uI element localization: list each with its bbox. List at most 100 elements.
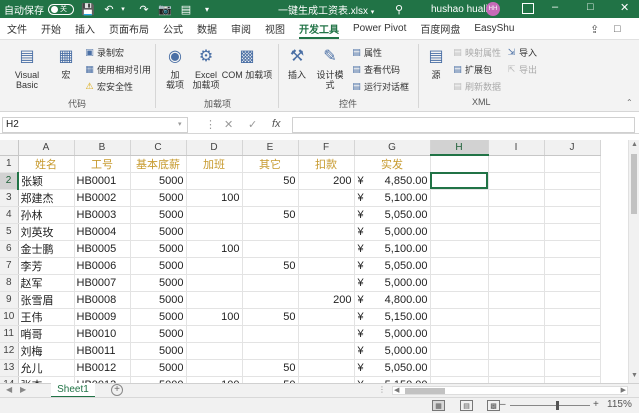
row-header[interactable]: 2 [0,172,19,190]
empty-cell[interactable] [430,342,489,360]
user-name[interactable]: hushao huali [431,4,488,15]
header-cell[interactable]: 扣款 [298,155,355,173]
name-cell[interactable]: 允儿 [18,359,75,377]
avatar[interactable]: HH [486,2,500,16]
tab-view[interactable]: 视图 [258,18,292,40]
overtime-cell[interactable] [186,223,243,241]
other-cell[interactable]: 50 [242,206,299,224]
addins-button[interactable]: ◉ 加 载项 [161,46,189,91]
insert-control-button[interactable]: ⚒ 插入 [284,46,310,81]
excel-addins-button[interactable]: ⚙ Excel 加载项 [189,46,223,91]
empty-cell[interactable] [488,291,545,309]
zoom-in-icon[interactable]: + [593,399,599,410]
column-header-c[interactable]: C [130,140,187,156]
name-cell[interactable]: 孙林 [18,206,75,224]
other-cell[interactable] [242,223,299,241]
name-cell[interactable]: 哨哥 [18,325,75,343]
name-cell[interactable]: 王伟 [18,308,75,326]
add-sheet-button[interactable]: + [111,384,123,396]
autosave-toggle[interactable]: 关 [48,3,74,15]
header-cell[interactable]: 其它 [242,155,299,173]
zoom-slider[interactable] [510,405,590,406]
formula-input[interactable] [292,117,635,133]
tab-file[interactable]: 文件 [0,18,34,40]
vertical-scrollbar[interactable]: ▲ ▼ [628,140,639,383]
net-pay-cell[interactable]: ¥5,050.00 [354,206,431,224]
empty-cell[interactable] [544,223,601,241]
horizontal-scroll-thumb[interactable] [405,388,445,394]
page-break-view-icon[interactable]: ▩ [487,400,500,411]
tab-baidu-netdisk[interactable]: 百度网盘 [413,18,467,40]
xml-source-button[interactable]: ▤ 源 [424,46,448,81]
employee-id-cell[interactable]: HB0013 [74,376,131,383]
net-pay-cell[interactable]: ¥5,050.00 [354,257,431,275]
deduction-cell[interactable] [298,189,355,207]
row-header[interactable]: 12 [0,342,19,360]
expansion-packs-button[interactable]: ▤ 扩展包 [452,63,492,76]
name-cell[interactable]: 郑建杰 [18,189,75,207]
deduction-cell[interactable] [298,223,355,241]
empty-cell[interactable] [488,172,545,190]
net-pay-cell[interactable]: ¥5,150.00 [354,308,431,326]
name-box[interactable]: H2 [2,117,188,133]
empty-cell[interactable] [430,291,489,309]
overtime-cell[interactable]: 100 [186,376,243,383]
deduction-cell[interactable] [298,257,355,275]
employee-id-cell[interactable]: HB0012 [74,359,131,377]
empty-cell[interactable] [488,359,545,377]
empty-cell[interactable] [430,155,489,173]
empty-cell[interactable] [488,155,545,173]
row-header[interactable]: 4 [0,206,19,224]
scroll-thumb[interactable] [631,154,637,214]
record-macro-button[interactable]: ▣ 录制宏 [84,46,124,59]
deduction-cell[interactable] [298,206,355,224]
empty-cell[interactable] [488,308,545,326]
xml-import-button[interactable]: ⇲ 导入 [506,46,537,59]
comments-icon[interactable]: □ [614,23,621,35]
base-salary-cell[interactable]: 5000 [130,291,187,309]
tab-insert[interactable]: 插入 [68,18,102,40]
other-cell[interactable]: 50 [242,257,299,275]
net-pay-cell[interactable]: ¥5,100.00 [354,240,431,258]
employee-id-cell[interactable]: HB0001 [74,172,131,190]
empty-cell[interactable] [544,206,601,224]
column-header-e[interactable]: E [242,140,299,156]
insert-function-icon[interactable]: fx [272,118,281,130]
zoom-out-icon[interactable]: – [500,399,506,410]
empty-cell[interactable] [488,257,545,275]
empty-cell[interactable] [430,274,489,292]
other-cell[interactable]: 50 [242,172,299,190]
refresh-data-button[interactable]: ▤ 刷新数据 [452,80,501,93]
form-icon[interactable]: ▤ [179,2,193,16]
share-icon[interactable]: ⇪ [590,23,599,36]
empty-cell[interactable] [430,223,489,241]
name-cell[interactable]: 李芳 [18,257,75,275]
header-cell[interactable]: 加班 [186,155,243,173]
overtime-cell[interactable]: 100 [186,308,243,326]
search-icon[interactable]: ⚲ [395,3,403,16]
row-header[interactable]: 8 [0,274,19,292]
header-cell[interactable]: 姓名 [18,155,75,173]
net-pay-cell[interactable]: ¥5,000.00 [354,223,431,241]
net-pay-cell[interactable]: ¥4,800.00 [354,291,431,309]
overtime-cell[interactable] [186,359,243,377]
net-pay-cell[interactable]: ¥5,000.00 [354,342,431,360]
minimize-icon[interactable]: – [552,1,558,13]
row-header[interactable]: 14 [0,376,19,383]
deduction-cell[interactable] [298,274,355,292]
properties-button[interactable]: ▤ 属性 [351,46,382,59]
name-cell[interactable]: 张颖 [18,172,75,190]
deduction-cell[interactable]: 200 [298,172,355,190]
empty-cell[interactable] [488,206,545,224]
column-header-a[interactable]: A [18,140,75,156]
net-pay-cell[interactable]: ¥5,150.00 [354,376,431,383]
zoom-level[interactable]: 115% [607,399,632,410]
horizontal-scrollbar[interactable]: ◀ ▶ [392,386,628,395]
base-salary-cell[interactable]: 5000 [130,172,187,190]
empty-cell[interactable] [544,325,601,343]
net-pay-cell[interactable]: ¥5,100.00 [354,189,431,207]
header-cell[interactable]: 工号 [74,155,131,173]
empty-cell[interactable] [430,189,489,207]
normal-view-icon[interactable]: ▦ [432,400,445,411]
empty-cell[interactable] [544,155,601,173]
